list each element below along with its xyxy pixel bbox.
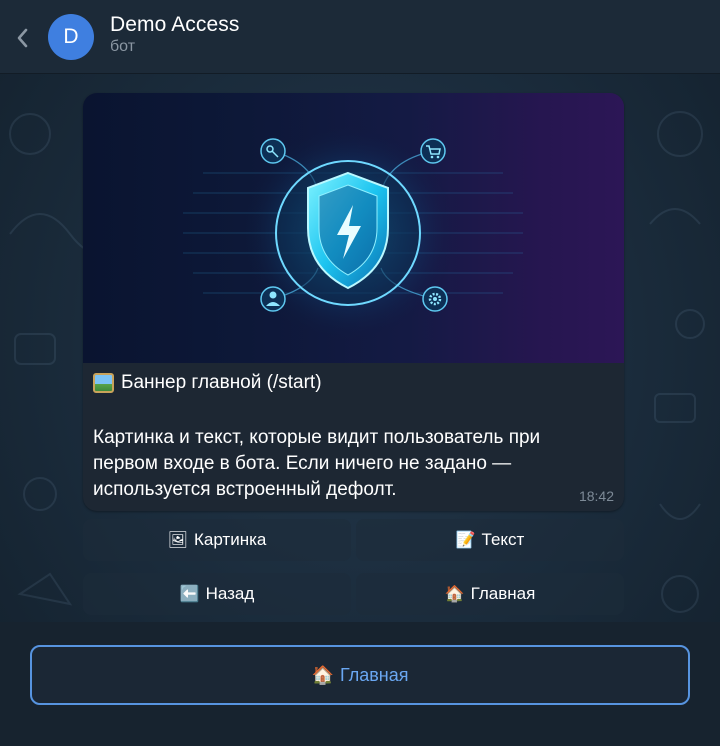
cart-icon [420,138,446,164]
chat-title[interactable]: Demo Access [110,13,239,37]
gear-icon [422,286,448,312]
house-icon: 🏠 [311,664,334,685]
back-inline-button[interactable]: ⬅️ Назад [83,573,351,615]
chat-subtitle: бот [110,38,136,55]
memo-icon: 📝 [455,532,476,549]
home-reply-button[interactable]: 🏠 Главная [30,645,690,705]
key-icon [260,138,286,164]
caption-line: первом входе в бота. Если ничего не зада… [93,453,512,474]
chevron-left-icon [17,28,28,48]
user-icon [260,286,286,312]
caption-line: используется встроенный дефолт. [93,479,397,500]
framed-picture-icon: 🖼 [167,532,188,549]
caption-text: Картинка и текст, которые видит пользова… [93,425,618,503]
chat-header: D Demo Access бот [0,0,720,74]
back-button[interactable] [8,22,36,54]
banner-image[interactable] [83,93,624,363]
text-button[interactable]: 📝 Текст [356,519,624,561]
back-inline-button-label: Назад [205,584,255,603]
home-reply-button-label: Главная [339,664,409,685]
picture-button[interactable]: 🖼 Картинка [83,519,351,561]
message-time: 18:42 [578,488,614,504]
house-icon: 🏠 [444,586,465,603]
banner-illustration [183,123,523,343]
caption-line: Картинка и текст, которые видит пользова… [93,427,541,448]
text-button-label: Текст [481,530,525,549]
picture-button-label: Картинка [193,530,267,549]
message-bubble: Баннер главной (/start) Картинка и текст… [83,93,624,511]
home-inline-button[interactable]: 🏠 Главная [356,573,624,615]
avatar[interactable]: D [48,14,94,60]
caption-title-text: Баннер главной (/start) [121,372,322,393]
caption-title: Баннер главной (/start) [93,372,322,394]
left-arrow-icon: ⬅️ [179,586,200,603]
avatar-letter: D [63,25,79,48]
picture-icon [93,373,114,393]
home-inline-button-label: Главная [470,584,536,603]
